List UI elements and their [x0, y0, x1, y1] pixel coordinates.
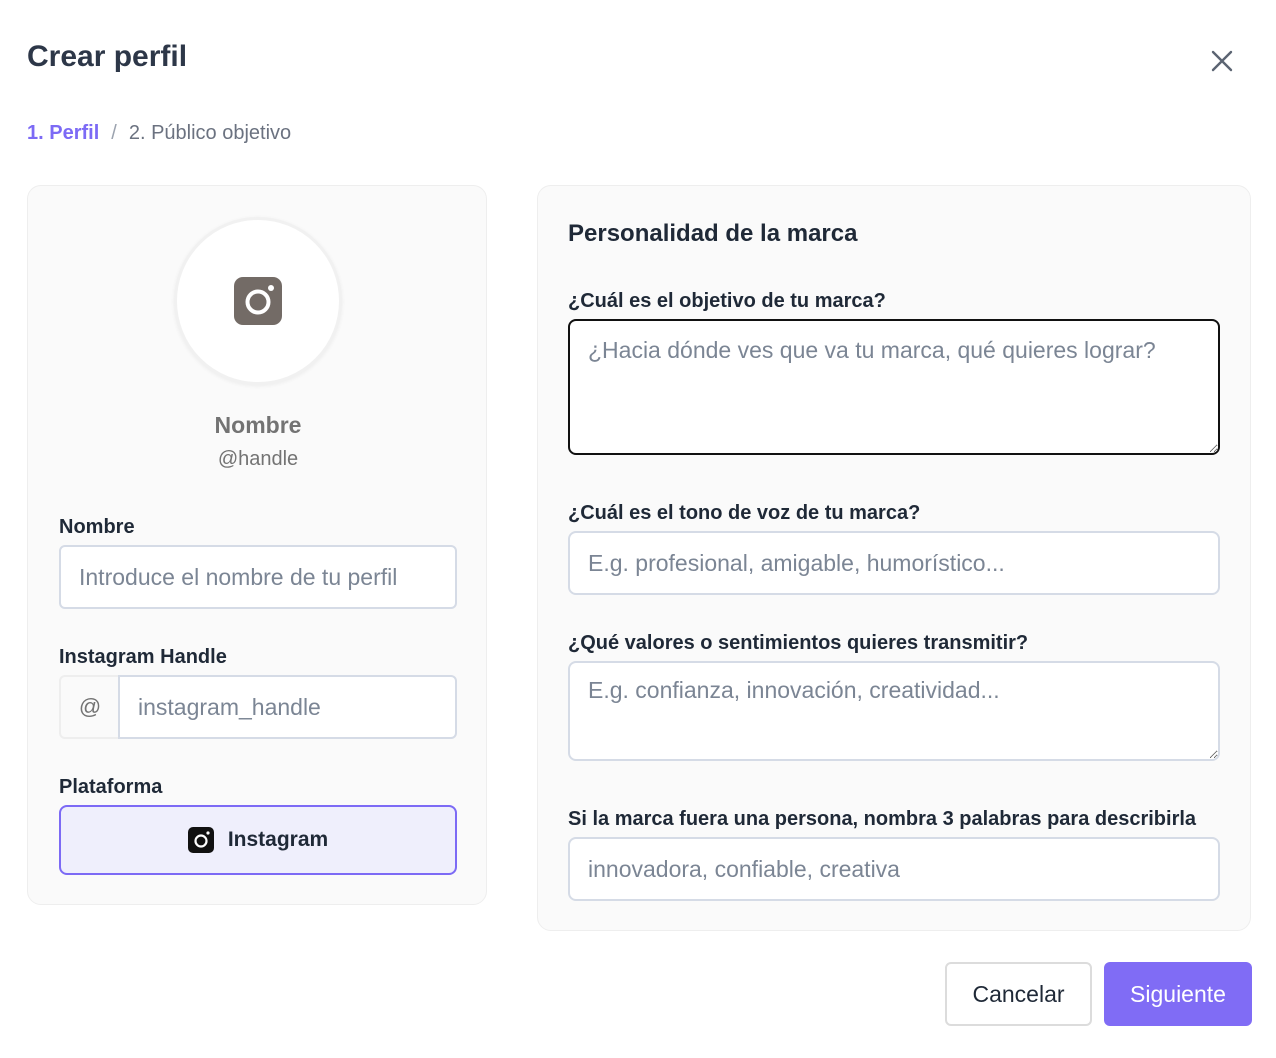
platform-label: Plataforma — [59, 776, 163, 798]
close-button[interactable] — [1203, 42, 1241, 80]
dialog-title: Crear perfil — [27, 40, 188, 73]
name-label: Nombre — [59, 516, 135, 538]
instagram-icon — [234, 277, 282, 325]
create-profile-dialog: Crear perfil 1. Perfil / 2. Público obje… — [0, 0, 1276, 1058]
at-prefix: @ — [59, 675, 119, 739]
tone-label: ¿Cuál es el tono de voz de tu marca? — [568, 502, 921, 524]
close-icon — [1211, 50, 1233, 72]
values-label: ¿Qué valores o sentimientos quieres tran… — [568, 632, 1029, 654]
cancel-button[interactable]: Cancelar — [945, 962, 1092, 1026]
breadcrumb-step-audience[interactable]: 2. Público objetivo — [129, 122, 291, 145]
profile-handle-preview: @handle — [217, 448, 299, 470]
avatar[interactable] — [174, 217, 342, 385]
instagram-icon — [187, 827, 214, 853]
brand-personality-card: Personalidad de la marca ¿Cuál es el obj… — [537, 185, 1251, 931]
profile-card: Nombre @handle Nombre Instagram Handle @… — [27, 185, 487, 905]
values-textarea[interactable] — [568, 661, 1220, 761]
next-button[interactable]: Siguiente — [1104, 962, 1252, 1026]
describe-words-label: Si la marca fuera una persona, nombra 3 … — [568, 808, 1197, 830]
name-input[interactable] — [59, 545, 457, 609]
describe-words-input[interactable] — [568, 837, 1220, 901]
at-symbol: @ — [78, 694, 102, 719]
instagram-handle-input[interactable] — [118, 675, 457, 739]
breadcrumb-separator: / — [111, 122, 117, 144]
tone-input[interactable] — [568, 531, 1220, 595]
objective-label: ¿Cuál es el objetivo de tu marca? — [568, 290, 886, 312]
objective-textarea[interactable] — [568, 319, 1220, 455]
platform-instagram-label: Instagram — [227, 828, 329, 851]
section-title: Personalidad de la marca — [568, 220, 858, 247]
profile-name-preview: Nombre — [214, 412, 302, 438]
instagram-handle-label: Instagram Handle — [59, 646, 227, 668]
breadcrumb: 1. Perfil / 2. Público objetivo — [27, 122, 291, 145]
platform-instagram-button[interactable]: Instagram — [59, 805, 457, 875]
breadcrumb-step-profile[interactable]: 1. Perfil — [27, 122, 99, 145]
